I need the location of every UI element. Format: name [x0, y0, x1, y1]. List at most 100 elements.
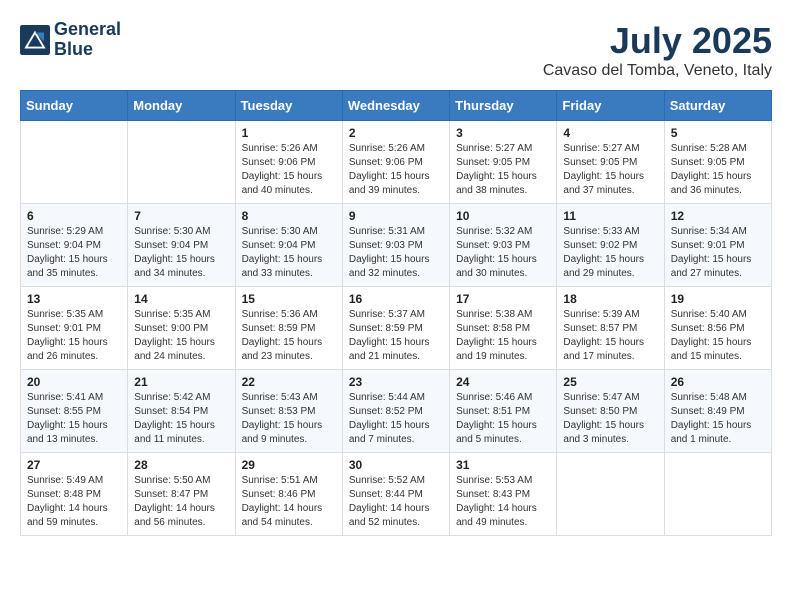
calendar-cell: 17 Sunrise: 5:38 AM Sunset: 8:58 PM Dayli…	[450, 287, 557, 370]
day-content: Sunrise: 5:43 AM Sunset: 8:53 PM Dayligh…	[242, 391, 336, 447]
calendar-cell: 15 Sunrise: 5:36 AM Sunset: 8:59 PM Dayli…	[235, 287, 342, 370]
calendar-cell: 18 Sunrise: 5:39 AM Sunset: 8:57 PM Dayli…	[557, 287, 664, 370]
logo: General Blue	[20, 20, 121, 60]
calendar-cell: 10Sunrise: 5:32 AM Sunset: 9:03 PM Dayli…	[450, 204, 557, 287]
day-content: Sunrise: 5:34 AM Sunset: 9:01 PM Dayligh…	[671, 225, 765, 281]
day-number: 12	[671, 209, 765, 223]
day-number: 29	[242, 458, 336, 472]
day-content: Sunrise: 5:53 AM Sunset: 8:43 PM Dayligh…	[456, 474, 550, 530]
day-content: Sunrise: 5:29 AM Sunset: 9:04 PM Dayligh…	[27, 225, 121, 281]
column-header-wednesday: Wednesday	[342, 91, 449, 121]
calendar-cell: 8 Sunrise: 5:30 AM Sunset: 9:04 PM Daylig…	[235, 204, 342, 287]
day-content: Sunrise: 5:26 AM Sunset: 9:06 PM Dayligh…	[349, 142, 443, 198]
day-number: 30	[349, 458, 443, 472]
calendar-cell: 2 Sunrise: 5:26 AM Sunset: 9:06 PM Daylig…	[342, 121, 449, 204]
day-number: 15	[242, 292, 336, 306]
column-header-friday: Friday	[557, 91, 664, 121]
column-header-monday: Monday	[128, 91, 235, 121]
day-number: 18	[563, 292, 657, 306]
calendar-week-row: 6 Sunrise: 5:29 AM Sunset: 9:04 PM Daylig…	[21, 204, 772, 287]
calendar-cell: 16Sunrise: 5:37 AM Sunset: 8:59 PM Dayli…	[342, 287, 449, 370]
day-number: 4	[563, 126, 657, 140]
day-content: Sunrise: 5:36 AM Sunset: 8:59 PM Dayligh…	[242, 308, 336, 364]
calendar-cell	[664, 453, 771, 536]
calendar-cell: 19Sunrise: 5:40 AM Sunset: 8:56 PM Dayli…	[664, 287, 771, 370]
day-number: 23	[349, 375, 443, 389]
day-number: 25	[563, 375, 657, 389]
day-number: 10	[456, 209, 550, 223]
day-number: 21	[134, 375, 228, 389]
day-number: 2	[349, 126, 443, 140]
day-content: Sunrise: 5:41 AM Sunset: 8:55 PM Dayligh…	[27, 391, 121, 447]
day-content: Sunrise: 5:30 AM Sunset: 9:04 PM Dayligh…	[134, 225, 228, 281]
calendar-cell: 27 Sunrise: 5:49 AM Sunset: 8:48 PM Dayli…	[21, 453, 128, 536]
calendar-table: SundayMondayTuesdayWednesdayThursdayFrid…	[20, 90, 772, 536]
day-number: 8	[242, 209, 336, 223]
day-content: Sunrise: 5:27 AM Sunset: 9:05 PM Dayligh…	[563, 142, 657, 198]
day-number: 6	[27, 209, 121, 223]
day-content: Sunrise: 5:35 AM Sunset: 9:01 PM Dayligh…	[27, 308, 121, 364]
location-title: Cavaso del Tomba, Veneto, Italy	[543, 62, 772, 80]
calendar-cell: 7 Sunrise: 5:30 AM Sunset: 9:04 PM Daylig…	[128, 204, 235, 287]
day-content: Sunrise: 5:26 AM Sunset: 9:06 PM Dayligh…	[242, 142, 336, 198]
column-header-thursday: Thursday	[450, 91, 557, 121]
column-header-tuesday: Tuesday	[235, 91, 342, 121]
day-content: Sunrise: 5:42 AM Sunset: 8:54 PM Dayligh…	[134, 391, 228, 447]
day-content: Sunrise: 5:50 AM Sunset: 8:47 PM Dayligh…	[134, 474, 228, 530]
day-number: 3	[456, 126, 550, 140]
day-number: 20	[27, 375, 121, 389]
day-content: Sunrise: 5:39 AM Sunset: 8:57 PM Dayligh…	[563, 308, 657, 364]
logo-line2: Blue	[54, 40, 121, 60]
day-content: Sunrise: 5:46 AM Sunset: 8:51 PM Dayligh…	[456, 391, 550, 447]
calendar-cell: 29 Sunrise: 5:51 AM Sunset: 8:46 PM Dayli…	[235, 453, 342, 536]
logo-icon	[20, 25, 50, 55]
day-number: 26	[671, 375, 765, 389]
day-content: Sunrise: 5:31 AM Sunset: 9:03 PM Dayligh…	[349, 225, 443, 281]
day-content: Sunrise: 5:48 AM Sunset: 8:49 PM Dayligh…	[671, 391, 765, 447]
day-number: 31	[456, 458, 550, 472]
day-content: Sunrise: 5:35 AM Sunset: 9:00 PM Dayligh…	[134, 308, 228, 364]
calendar-cell: 26 Sunrise: 5:48 AM Sunset: 8:49 PM Dayli…	[664, 370, 771, 453]
day-content: Sunrise: 5:38 AM Sunset: 8:58 PM Dayligh…	[456, 308, 550, 364]
day-content: Sunrise: 5:44 AM Sunset: 8:52 PM Dayligh…	[349, 391, 443, 447]
calendar-week-row: 13 Sunrise: 5:35 AM Sunset: 9:01 PM Dayli…	[21, 287, 772, 370]
calendar-cell: 12 Sunrise: 5:34 AM Sunset: 9:01 PM Dayli…	[664, 204, 771, 287]
day-content: Sunrise: 5:27 AM Sunset: 9:05 PM Dayligh…	[456, 142, 550, 198]
calendar-cell: 14 Sunrise: 5:35 AM Sunset: 9:00 PM Dayli…	[128, 287, 235, 370]
calendar-cell: 11 Sunrise: 5:33 AM Sunset: 9:02 PM Dayli…	[557, 204, 664, 287]
day-number: 7	[134, 209, 228, 223]
day-number: 9	[349, 209, 443, 223]
day-content: Sunrise: 5:28 AM Sunset: 9:05 PM Dayligh…	[671, 142, 765, 198]
calendar-cell: 4 Sunrise: 5:27 AM Sunset: 9:05 PM Daylig…	[557, 121, 664, 204]
day-number: 24	[456, 375, 550, 389]
calendar-cell	[128, 121, 235, 204]
calendar-cell: 31 Sunrise: 5:53 AM Sunset: 8:43 PM Dayli…	[450, 453, 557, 536]
calendar-cell: 13 Sunrise: 5:35 AM Sunset: 9:01 PM Dayli…	[21, 287, 128, 370]
day-number: 14	[134, 292, 228, 306]
column-header-sunday: Sunday	[21, 91, 128, 121]
day-content: Sunrise: 5:33 AM Sunset: 9:02 PM Dayligh…	[563, 225, 657, 281]
day-number: 17	[456, 292, 550, 306]
calendar-cell: 20 Sunrise: 5:41 AM Sunset: 8:55 PM Dayli…	[21, 370, 128, 453]
day-content: Sunrise: 5:51 AM Sunset: 8:46 PM Dayligh…	[242, 474, 336, 530]
calendar-cell: 6 Sunrise: 5:29 AM Sunset: 9:04 PM Daylig…	[21, 204, 128, 287]
calendar-cell: 22Sunrise: 5:43 AM Sunset: 8:53 PM Dayli…	[235, 370, 342, 453]
calendar-cell: 30 Sunrise: 5:52 AM Sunset: 8:44 PM Dayli…	[342, 453, 449, 536]
day-content: Sunrise: 5:52 AM Sunset: 8:44 PM Dayligh…	[349, 474, 443, 530]
title-block: July 2025 Cavaso del Tomba, Veneto, Ital…	[543, 20, 772, 80]
day-number: 27	[27, 458, 121, 472]
day-number: 11	[563, 209, 657, 223]
logo-line1: General	[54, 20, 121, 40]
calendar-week-row: 1 Sunrise: 5:26 AM Sunset: 9:06 PM Daylig…	[21, 121, 772, 204]
day-content: Sunrise: 5:49 AM Sunset: 8:48 PM Dayligh…	[27, 474, 121, 530]
day-number: 13	[27, 292, 121, 306]
day-number: 1	[242, 126, 336, 140]
day-content: Sunrise: 5:30 AM Sunset: 9:04 PM Dayligh…	[242, 225, 336, 281]
day-number: 5	[671, 126, 765, 140]
calendar-header-row: SundayMondayTuesdayWednesdayThursdayFrid…	[21, 91, 772, 121]
calendar-week-row: 27 Sunrise: 5:49 AM Sunset: 8:48 PM Dayli…	[21, 453, 772, 536]
calendar-cell: 9 Sunrise: 5:31 AM Sunset: 9:03 PM Daylig…	[342, 204, 449, 287]
day-content: Sunrise: 5:37 AM Sunset: 8:59 PM Dayligh…	[349, 308, 443, 364]
calendar-cell: 5 Sunrise: 5:28 AM Sunset: 9:05 PM Daylig…	[664, 121, 771, 204]
calendar-week-row: 20 Sunrise: 5:41 AM Sunset: 8:55 PM Dayli…	[21, 370, 772, 453]
